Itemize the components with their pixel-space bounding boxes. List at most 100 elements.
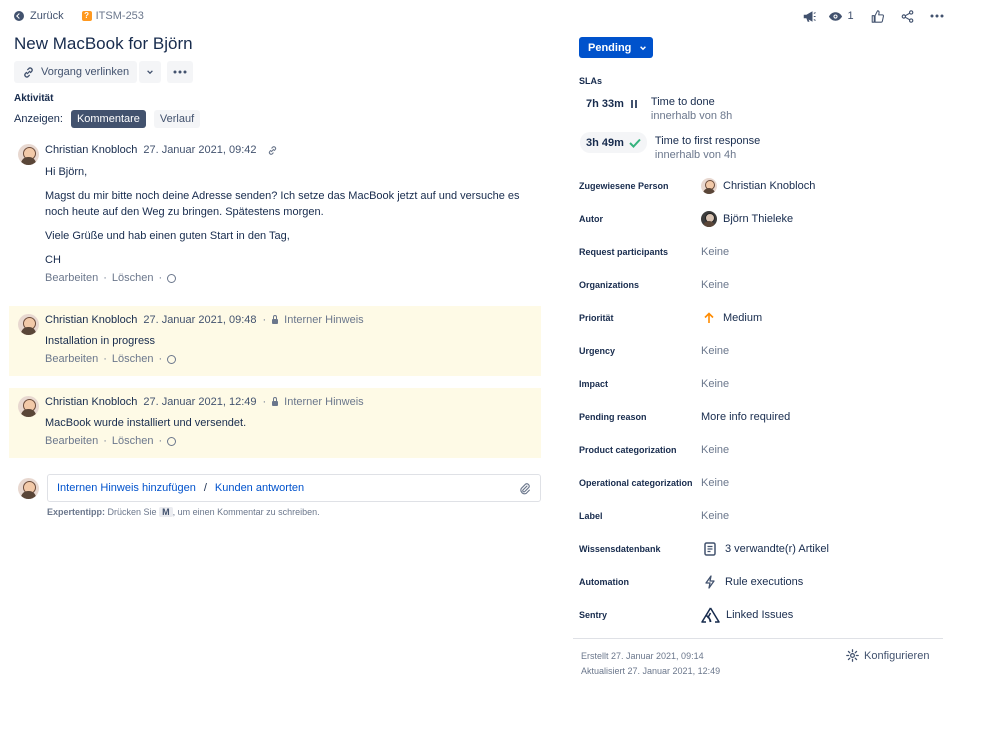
field-value[interactable]: Christian Knobloch — [701, 178, 815, 194]
comment-author[interactable]: Christian Knobloch — [45, 144, 137, 156]
delete-comment-button[interactable]: Löschen — [112, 353, 154, 365]
more-icon — [173, 70, 187, 74]
expert-tip: Expertentipp: Drücken Sie M, um einen Ko… — [47, 507, 320, 517]
edit-comment-button[interactable]: Bearbeiten — [45, 435, 98, 447]
field-value[interactable]: Rule executions — [701, 575, 803, 589]
sla-goal: innerhalb von 8h — [650, 110, 733, 122]
comment-header: Christian Knobloch 27. Januar 2021, 12:4… — [45, 396, 364, 408]
reply-customer-button[interactable]: Kunden antworten — [215, 482, 304, 494]
activity-filter: Anzeigen: Kommentare Verlauf — [14, 110, 201, 128]
pause-icon — [630, 99, 637, 108]
field-assignee: Zugewiesene Person Christian Knobloch — [579, 176, 939, 196]
field-label: Autor — [579, 214, 603, 224]
comment-author[interactable]: Christian Knobloch — [45, 396, 137, 408]
feedback-button[interactable] — [794, 9, 824, 23]
watch-button[interactable]: 1 — [824, 9, 858, 23]
field-label: Sentry — [579, 610, 608, 620]
document-icon — [704, 542, 716, 556]
permalink-icon[interactable] — [267, 145, 278, 156]
sla-time: 3h 49m — [586, 136, 624, 149]
edit-comment-button[interactable]: Bearbeiten — [45, 272, 98, 284]
field-label: Pending reason — [579, 412, 647, 422]
more-actions-button[interactable] — [167, 61, 194, 83]
comment-date[interactable]: 27. Januar 2021, 09:48 — [143, 314, 256, 326]
separator-dot: · — [103, 272, 107, 284]
configure-button[interactable]: Konfigurieren — [846, 649, 929, 662]
comment-paragraph: Magst du mir bitte noch deine Adresse se… — [45, 190, 520, 218]
back-link[interactable]: Zurück — [30, 10, 64, 22]
field-label-tags: Label Keine — [579, 506, 939, 526]
add-reaction-icon[interactable] — [167, 354, 177, 364]
paperclip-icon[interactable] — [518, 482, 531, 495]
comment-body: Hi Björn, Magst du mir bitte noch deine … — [45, 164, 545, 268]
delete-comment-button[interactable]: Löschen — [112, 435, 154, 447]
tip-label: Expertentipp: — [47, 507, 106, 517]
show-label: Anzeigen: — [14, 113, 63, 125]
field-value[interactable]: Keine — [701, 246, 729, 258]
avatar — [701, 211, 717, 227]
field-value[interactable]: Keine — [701, 444, 729, 456]
issue-key: ITSM-253 — [95, 10, 144, 22]
link-icon — [24, 66, 33, 78]
field-value[interactable]: Linked Issues — [701, 607, 793, 623]
field-label: Label — [579, 511, 603, 521]
gear-icon — [846, 649, 859, 662]
watch-count: 1 — [847, 10, 854, 22]
link-issue-dropdown-button[interactable] — [139, 61, 162, 83]
share-icon — [901, 9, 913, 23]
field-value-text: Keine — [701, 345, 730, 357]
tab-comments[interactable]: Kommentare — [70, 110, 146, 128]
comment-paragraph: Viele Grüße und hab einen guten Start in… — [45, 230, 290, 242]
field-label: Operational categorization — [579, 478, 693, 488]
field-value[interactable]: Keine — [701, 345, 729, 357]
link-issue-button[interactable]: Vorgang verlinken — [14, 61, 138, 83]
share-button[interactable] — [892, 9, 922, 23]
comment-paragraph: Hi Björn, — [45, 166, 88, 178]
configure-label: Konfigurieren — [864, 649, 930, 662]
comment-author[interactable]: Christian Knobloch — [45, 314, 137, 326]
add-reaction-icon[interactable] — [167, 436, 177, 446]
issue-top-actions: 1 — [794, 9, 952, 23]
slas-heading: SLAs — [579, 76, 603, 86]
field-value[interactable]: Keine — [701, 378, 729, 390]
comment-date[interactable]: 27. Januar 2021, 12:49 — [143, 396, 256, 408]
comment-date[interactable]: 27. Januar 2021, 09:42 — [143, 144, 256, 156]
eye-icon — [829, 11, 843, 21]
separator-dot: · — [158, 353, 163, 365]
add-internal-note-button[interactable]: Internen Hinweis hinzufügen — [57, 482, 196, 494]
reporter-name: Björn Thieleke — [723, 213, 794, 225]
field-value[interactable]: Keine — [701, 477, 729, 489]
field-value[interactable]: 3 verwandte(r) Artikel — [701, 542, 829, 556]
reply-box[interactable]: Internen Hinweis hinzufügen / Kunden ant… — [47, 474, 541, 502]
edit-comment-button[interactable]: Bearbeiten — [45, 353, 98, 365]
sla-time: 7h 33m — [586, 97, 624, 110]
field-value[interactable]: Medium — [701, 312, 762, 324]
tab-history[interactable]: Verlauf — [153, 110, 201, 128]
field-value-text: Keine — [701, 279, 730, 291]
vote-button[interactable] — [862, 9, 892, 23]
separator-dot: · — [158, 435, 163, 447]
assignee-name: Christian Knobloch — [723, 180, 816, 192]
field-label: Automation — [579, 577, 629, 587]
field-label: Product categorization — [579, 445, 677, 455]
field-value[interactable]: Björn Thieleke — [701, 211, 793, 227]
field-request-participants: Request participants Keine — [579, 242, 939, 262]
internal-note-label: Interner Hinweis — [284, 396, 364, 408]
field-value-text: Keine — [701, 477, 730, 489]
comment-actions: Bearbeiten · Löschen · — [45, 435, 177, 447]
field-value[interactable]: Keine — [701, 510, 729, 522]
field-value-text: 3 verwandte(r) Artikel — [725, 543, 829, 555]
field-value[interactable]: More info required — [701, 411, 790, 423]
avatar — [18, 396, 39, 417]
status-dropdown[interactable]: Pending — [579, 37, 653, 58]
field-urgency: Urgency Keine — [579, 341, 939, 361]
sentry-icon — [701, 607, 720, 623]
add-reaction-icon[interactable] — [167, 273, 177, 283]
avatar — [18, 314, 39, 335]
field-automation: Automation Rule executions — [579, 572, 939, 592]
megaphone-icon — [803, 10, 816, 22]
delete-comment-button[interactable]: Löschen — [112, 272, 154, 284]
more-options-button[interactable] — [922, 9, 952, 23]
issue-key-link[interactable]: ? ITSM-253 — [81, 10, 144, 22]
field-value[interactable]: Keine — [701, 279, 729, 291]
